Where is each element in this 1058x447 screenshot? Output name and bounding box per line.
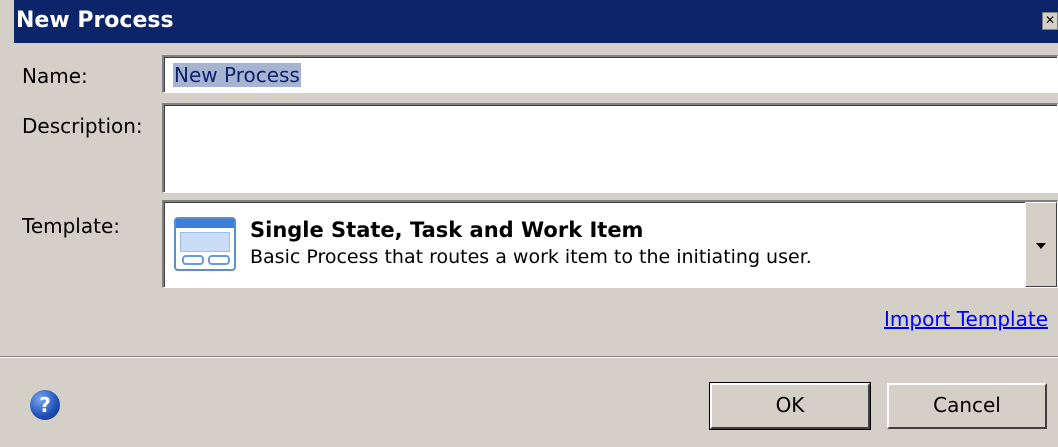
title-bar: New Process ✕ <box>14 0 1058 43</box>
name-value: New Process <box>173 63 301 87</box>
template-description: Basic Process that routes a work item to… <box>250 246 812 268</box>
dropdown-button[interactable] <box>1025 202 1057 287</box>
chevron-down-icon <box>1036 243 1046 249</box>
description-label: Description: <box>22 114 143 138</box>
window-title: New Process <box>16 8 174 33</box>
cancel-button[interactable]: Cancel <box>887 383 1047 429</box>
new-process-dialog: New Process ✕ Name: New Process Descript… <box>0 0 1058 447</box>
import-template-link[interactable]: Import Template <box>884 307 1048 331</box>
template-label: Template: <box>22 214 120 238</box>
name-input[interactable]: New Process <box>162 55 1058 93</box>
template-dropdown[interactable]: Single State, Task and Work Item Basic P… <box>162 200 1058 288</box>
template-title: Single State, Task and Work Item <box>250 218 644 242</box>
ok-button[interactable]: OK <box>709 382 871 430</box>
divider <box>0 356 1058 358</box>
window-template-icon <box>174 217 236 271</box>
name-label: Name: <box>22 64 88 88</box>
description-input[interactable] <box>162 103 1058 193</box>
close-icon[interactable]: ✕ <box>1042 12 1058 30</box>
help-icon[interactable]: ? <box>30 390 60 420</box>
